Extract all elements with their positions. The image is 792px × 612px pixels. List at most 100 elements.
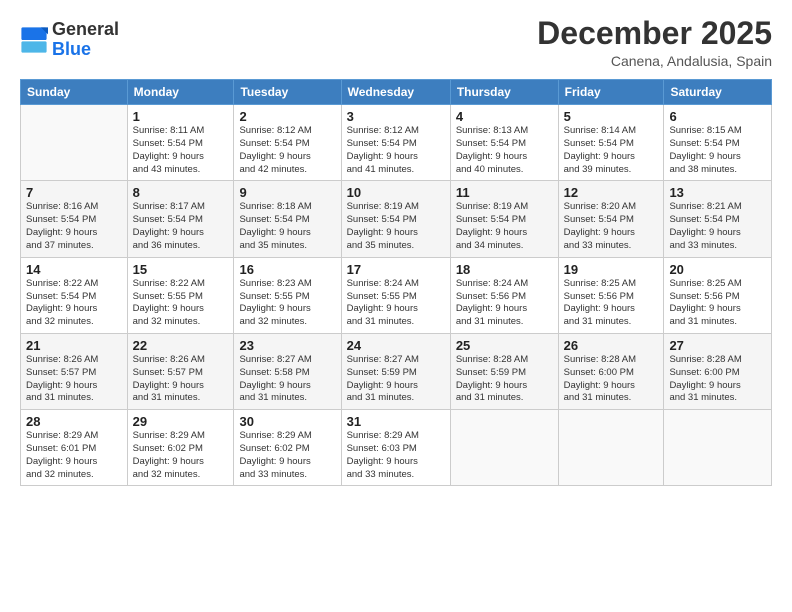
day-info: Sunrise: 8:26 AMSunset: 5:57 PMDaylight:… (26, 354, 122, 405)
day-number: 19 (564, 262, 659, 277)
calendar-cell: 30Sunrise: 8:29 AMSunset: 6:02 PMDayligh… (234, 410, 341, 486)
day-number: 7 (26, 185, 122, 200)
day-number: 4 (456, 109, 553, 124)
day-number: 29 (133, 414, 229, 429)
calendar-cell: 28Sunrise: 8:29 AMSunset: 6:01 PMDayligh… (21, 410, 128, 486)
logo-text: General Blue (52, 20, 119, 60)
day-number: 16 (239, 262, 335, 277)
day-number: 28 (26, 414, 122, 429)
logo-icon (20, 26, 48, 54)
calendar-cell: 2Sunrise: 8:12 AMSunset: 5:54 PMDaylight… (234, 105, 341, 181)
month-title: December 2025 (537, 16, 772, 51)
calendar-header-saturday: Saturday (664, 80, 772, 105)
day-info: Sunrise: 8:28 AMSunset: 5:59 PMDaylight:… (456, 354, 553, 405)
calendar-cell: 5Sunrise: 8:14 AMSunset: 5:54 PMDaylight… (558, 105, 664, 181)
calendar-cell (664, 410, 772, 486)
day-info: Sunrise: 8:24 AMSunset: 5:56 PMDaylight:… (456, 278, 553, 329)
calendar-header-thursday: Thursday (450, 80, 558, 105)
calendar-cell: 20Sunrise: 8:25 AMSunset: 5:56 PMDayligh… (664, 257, 772, 333)
day-number: 31 (347, 414, 445, 429)
calendar-cell: 1Sunrise: 8:11 AMSunset: 5:54 PMDaylight… (127, 105, 234, 181)
day-number: 8 (133, 185, 229, 200)
calendar-week-row: 1Sunrise: 8:11 AMSunset: 5:54 PMDaylight… (21, 105, 772, 181)
calendar-cell: 29Sunrise: 8:29 AMSunset: 6:02 PMDayligh… (127, 410, 234, 486)
day-number: 23 (239, 338, 335, 353)
calendar-header-tuesday: Tuesday (234, 80, 341, 105)
day-number: 22 (133, 338, 229, 353)
calendar-cell: 24Sunrise: 8:27 AMSunset: 5:59 PMDayligh… (341, 333, 450, 409)
day-number: 10 (347, 185, 445, 200)
day-number: 13 (669, 185, 766, 200)
calendar-cell: 19Sunrise: 8:25 AMSunset: 5:56 PMDayligh… (558, 257, 664, 333)
day-number: 14 (26, 262, 122, 277)
day-info: Sunrise: 8:29 AMSunset: 6:03 PMDaylight:… (347, 430, 445, 481)
day-number: 6 (669, 109, 766, 124)
calendar-week-row: 7Sunrise: 8:16 AMSunset: 5:54 PMDaylight… (21, 181, 772, 257)
day-info: Sunrise: 8:14 AMSunset: 5:54 PMDaylight:… (564, 125, 659, 176)
calendar-cell: 22Sunrise: 8:26 AMSunset: 5:57 PMDayligh… (127, 333, 234, 409)
day-number: 1 (133, 109, 229, 124)
calendar-cell: 7Sunrise: 8:16 AMSunset: 5:54 PMDaylight… (21, 181, 128, 257)
title-block: December 2025 Canena, Andalusia, Spain (537, 16, 772, 69)
day-info: Sunrise: 8:18 AMSunset: 5:54 PMDaylight:… (239, 201, 335, 252)
day-info: Sunrise: 8:27 AMSunset: 5:59 PMDaylight:… (347, 354, 445, 405)
calendar-cell: 23Sunrise: 8:27 AMSunset: 5:58 PMDayligh… (234, 333, 341, 409)
calendar-cell: 26Sunrise: 8:28 AMSunset: 6:00 PMDayligh… (558, 333, 664, 409)
calendar-cell: 10Sunrise: 8:19 AMSunset: 5:54 PMDayligh… (341, 181, 450, 257)
day-number: 27 (669, 338, 766, 353)
calendar-cell: 16Sunrise: 8:23 AMSunset: 5:55 PMDayligh… (234, 257, 341, 333)
calendar-cell: 4Sunrise: 8:13 AMSunset: 5:54 PMDaylight… (450, 105, 558, 181)
day-number: 12 (564, 185, 659, 200)
calendar-week-row: 14Sunrise: 8:22 AMSunset: 5:54 PMDayligh… (21, 257, 772, 333)
calendar-week-row: 28Sunrise: 8:29 AMSunset: 6:01 PMDayligh… (21, 410, 772, 486)
day-info: Sunrise: 8:15 AMSunset: 5:54 PMDaylight:… (669, 125, 766, 176)
day-info: Sunrise: 8:12 AMSunset: 5:54 PMDaylight:… (347, 125, 445, 176)
day-info: Sunrise: 8:25 AMSunset: 5:56 PMDaylight:… (564, 278, 659, 329)
calendar-cell: 8Sunrise: 8:17 AMSunset: 5:54 PMDaylight… (127, 181, 234, 257)
day-number: 25 (456, 338, 553, 353)
day-info: Sunrise: 8:20 AMSunset: 5:54 PMDaylight:… (564, 201, 659, 252)
day-info: Sunrise: 8:21 AMSunset: 5:54 PMDaylight:… (669, 201, 766, 252)
day-info: Sunrise: 8:22 AMSunset: 5:54 PMDaylight:… (26, 278, 122, 329)
calendar-cell: 6Sunrise: 8:15 AMSunset: 5:54 PMDaylight… (664, 105, 772, 181)
calendar-cell: 11Sunrise: 8:19 AMSunset: 5:54 PMDayligh… (450, 181, 558, 257)
calendar-cell: 21Sunrise: 8:26 AMSunset: 5:57 PMDayligh… (21, 333, 128, 409)
day-info: Sunrise: 8:19 AMSunset: 5:54 PMDaylight:… (456, 201, 553, 252)
calendar-header-row: SundayMondayTuesdayWednesdayThursdayFrid… (21, 80, 772, 105)
calendar-cell: 9Sunrise: 8:18 AMSunset: 5:54 PMDaylight… (234, 181, 341, 257)
day-info: Sunrise: 8:11 AMSunset: 5:54 PMDaylight:… (133, 125, 229, 176)
day-info: Sunrise: 8:27 AMSunset: 5:58 PMDaylight:… (239, 354, 335, 405)
day-number: 20 (669, 262, 766, 277)
calendar-cell: 27Sunrise: 8:28 AMSunset: 6:00 PMDayligh… (664, 333, 772, 409)
calendar-table: SundayMondayTuesdayWednesdayThursdayFrid… (20, 79, 772, 486)
day-info: Sunrise: 8:28 AMSunset: 6:00 PMDaylight:… (669, 354, 766, 405)
calendar-cell: 15Sunrise: 8:22 AMSunset: 5:55 PMDayligh… (127, 257, 234, 333)
day-info: Sunrise: 8:13 AMSunset: 5:54 PMDaylight:… (456, 125, 553, 176)
day-info: Sunrise: 8:16 AMSunset: 5:54 PMDaylight:… (26, 201, 122, 252)
day-info: Sunrise: 8:23 AMSunset: 5:55 PMDaylight:… (239, 278, 335, 329)
calendar-cell (558, 410, 664, 486)
calendar-cell: 17Sunrise: 8:24 AMSunset: 5:55 PMDayligh… (341, 257, 450, 333)
day-number: 30 (239, 414, 335, 429)
day-number: 5 (564, 109, 659, 124)
header: General Blue December 2025 Canena, Andal… (20, 16, 772, 69)
page-container: General Blue December 2025 Canena, Andal… (0, 0, 792, 496)
calendar-header-monday: Monday (127, 80, 234, 105)
location: Canena, Andalusia, Spain (537, 53, 772, 69)
day-number: 15 (133, 262, 229, 277)
calendar-cell: 31Sunrise: 8:29 AMSunset: 6:03 PMDayligh… (341, 410, 450, 486)
day-number: 11 (456, 185, 553, 200)
logo: General Blue (20, 20, 119, 60)
day-info: Sunrise: 8:26 AMSunset: 5:57 PMDaylight:… (133, 354, 229, 405)
day-info: Sunrise: 8:12 AMSunset: 5:54 PMDaylight:… (239, 125, 335, 176)
day-info: Sunrise: 8:24 AMSunset: 5:55 PMDaylight:… (347, 278, 445, 329)
calendar-cell: 13Sunrise: 8:21 AMSunset: 5:54 PMDayligh… (664, 181, 772, 257)
day-number: 3 (347, 109, 445, 124)
calendar-cell: 25Sunrise: 8:28 AMSunset: 5:59 PMDayligh… (450, 333, 558, 409)
calendar-week-row: 21Sunrise: 8:26 AMSunset: 5:57 PMDayligh… (21, 333, 772, 409)
day-info: Sunrise: 8:29 AMSunset: 6:02 PMDaylight:… (239, 430, 335, 481)
calendar-cell (450, 410, 558, 486)
calendar-cell: 12Sunrise: 8:20 AMSunset: 5:54 PMDayligh… (558, 181, 664, 257)
day-info: Sunrise: 8:25 AMSunset: 5:56 PMDaylight:… (669, 278, 766, 329)
calendar-cell (21, 105, 128, 181)
